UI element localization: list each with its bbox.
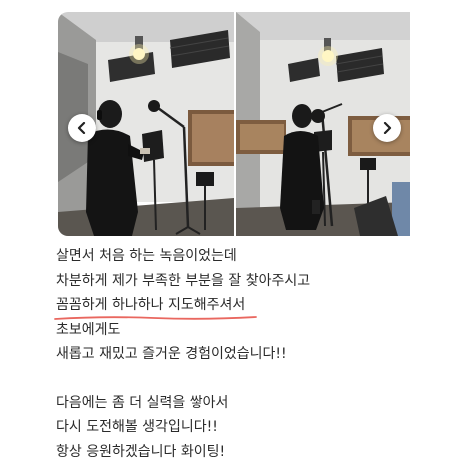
review-text: 살면서 처음 하는 녹음이었는데 차분하게 제가 부족한 부분을 잘 찾아주시고… (54, 244, 456, 464)
review-line: 차분하게 제가 부족한 부분을 잘 찾아주시고 (56, 272, 311, 289)
chevron-right-icon (382, 122, 392, 134)
highlight-underline (54, 315, 257, 320)
chevron-left-icon (77, 122, 87, 134)
review-line: 다음에는 좀 더 실력을 쌓아서 (56, 394, 229, 411)
review-line-highlighted: 꼼꼼하게 하나하나 지도해주셔서 (54, 293, 456, 320)
review-line: 항상 응원하겠습니다 화이팅! (56, 443, 226, 460)
review-line: 새롭고 재밌고 즐거운 경험이었습니다!! (56, 346, 287, 362)
photo-carousel (58, 12, 410, 236)
carousel-next-button[interactable] (373, 114, 401, 142)
review-line: 다시 도전해볼 생각입니다!! (56, 419, 218, 435)
highlighted-phrase: 꼼꼼하게 하나하나 지도해주셔서 (54, 293, 257, 320)
review-line: 살면서 처음 하는 녹음이었는데 (56, 248, 237, 264)
carousel-prev-button[interactable] (68, 114, 96, 142)
